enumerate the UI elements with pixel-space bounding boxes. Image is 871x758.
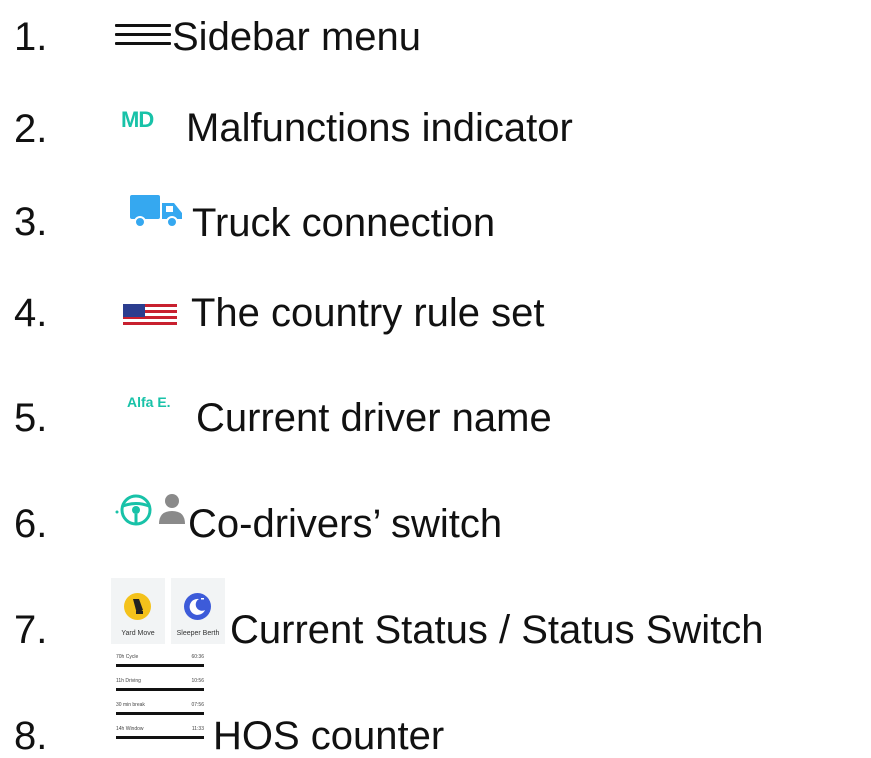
item-label: HOS counter xyxy=(213,714,445,758)
legend-row-driver-name: 5. Alfa E. Current driver name xyxy=(0,368,871,460)
status-tile-label: Sleeper Berth xyxy=(176,630,220,637)
hos-bar xyxy=(116,664,204,667)
item-label: Sidebar menu xyxy=(172,15,422,59)
legend-row-country-rule-set: 4. The country rule set xyxy=(0,276,871,368)
item-number: 6. xyxy=(14,502,48,546)
driver-name-text: Alfa E. xyxy=(127,394,171,410)
hamburger-menu-icon xyxy=(115,24,171,48)
hos-bar xyxy=(116,688,204,691)
hos-name: 70h Cycle xyxy=(116,654,139,660)
person-icon xyxy=(159,494,185,524)
item-number: 2. xyxy=(14,107,48,151)
yard-move-icon xyxy=(124,593,151,620)
sleeper-berth-icon xyxy=(184,593,211,620)
item-label: The country rule set xyxy=(191,291,545,335)
truck-icon xyxy=(128,194,184,232)
item-number: 1. xyxy=(14,15,48,59)
item-number: 8. xyxy=(14,714,48,758)
item-label: Malfunctions indicator xyxy=(186,106,573,150)
md-text-icon: MD xyxy=(121,107,154,132)
hos-counter-icon: 70h Cycle 60:36 11h Driving 10:56 30 min… xyxy=(113,650,207,752)
status-tile-yard-move: Yard Move xyxy=(111,578,165,644)
hos-name: 30 min break xyxy=(116,702,145,708)
status-tiles: Yard Move Sleeper Berth xyxy=(111,578,225,644)
hos-value: 10:56 xyxy=(191,678,204,684)
item-label: Current driver name xyxy=(196,396,552,440)
item-number: 3. xyxy=(14,200,48,244)
hos-bar xyxy=(116,736,204,739)
status-tile-sleeper-berth: Sleeper Berth xyxy=(171,578,225,644)
legend-row-malfunctions: 2. MD Malfunctions indicator xyxy=(0,92,871,184)
item-label: Truck connection xyxy=(192,201,496,245)
steering-wheel-icon xyxy=(120,494,152,526)
item-number: 4. xyxy=(14,291,48,335)
hos-bar xyxy=(116,712,204,715)
hos-value: 60:36 xyxy=(191,654,204,660)
legend-row-sidebar-menu: 1. Sidebar menu xyxy=(0,0,871,92)
status-tile-label: Yard Move xyxy=(121,630,155,637)
legend-row-truck-connection: 3. Truck connection xyxy=(0,184,871,276)
hos-name: 11h Driving xyxy=(116,678,141,684)
legend-row-co-drivers-switch: 6. Co-drivers’ switch xyxy=(0,460,871,552)
item-label: Co-drivers’ switch xyxy=(188,502,503,546)
hos-value: 11:33 xyxy=(191,726,204,732)
legend-row-hos-counter: 8. 70h Cycle 60:36 11h Driving 10:56 30 … xyxy=(0,644,871,756)
hos-value: 07:56 xyxy=(191,702,204,708)
hos-name: 14h Window xyxy=(116,726,144,732)
item-number: 5. xyxy=(14,396,48,440)
steering-wheel-and-person-icon xyxy=(115,490,189,530)
legend-row-status-switch: 7. Yard Move Sleeper Berth Current Statu… xyxy=(0,552,871,650)
us-flag-icon xyxy=(123,304,177,328)
